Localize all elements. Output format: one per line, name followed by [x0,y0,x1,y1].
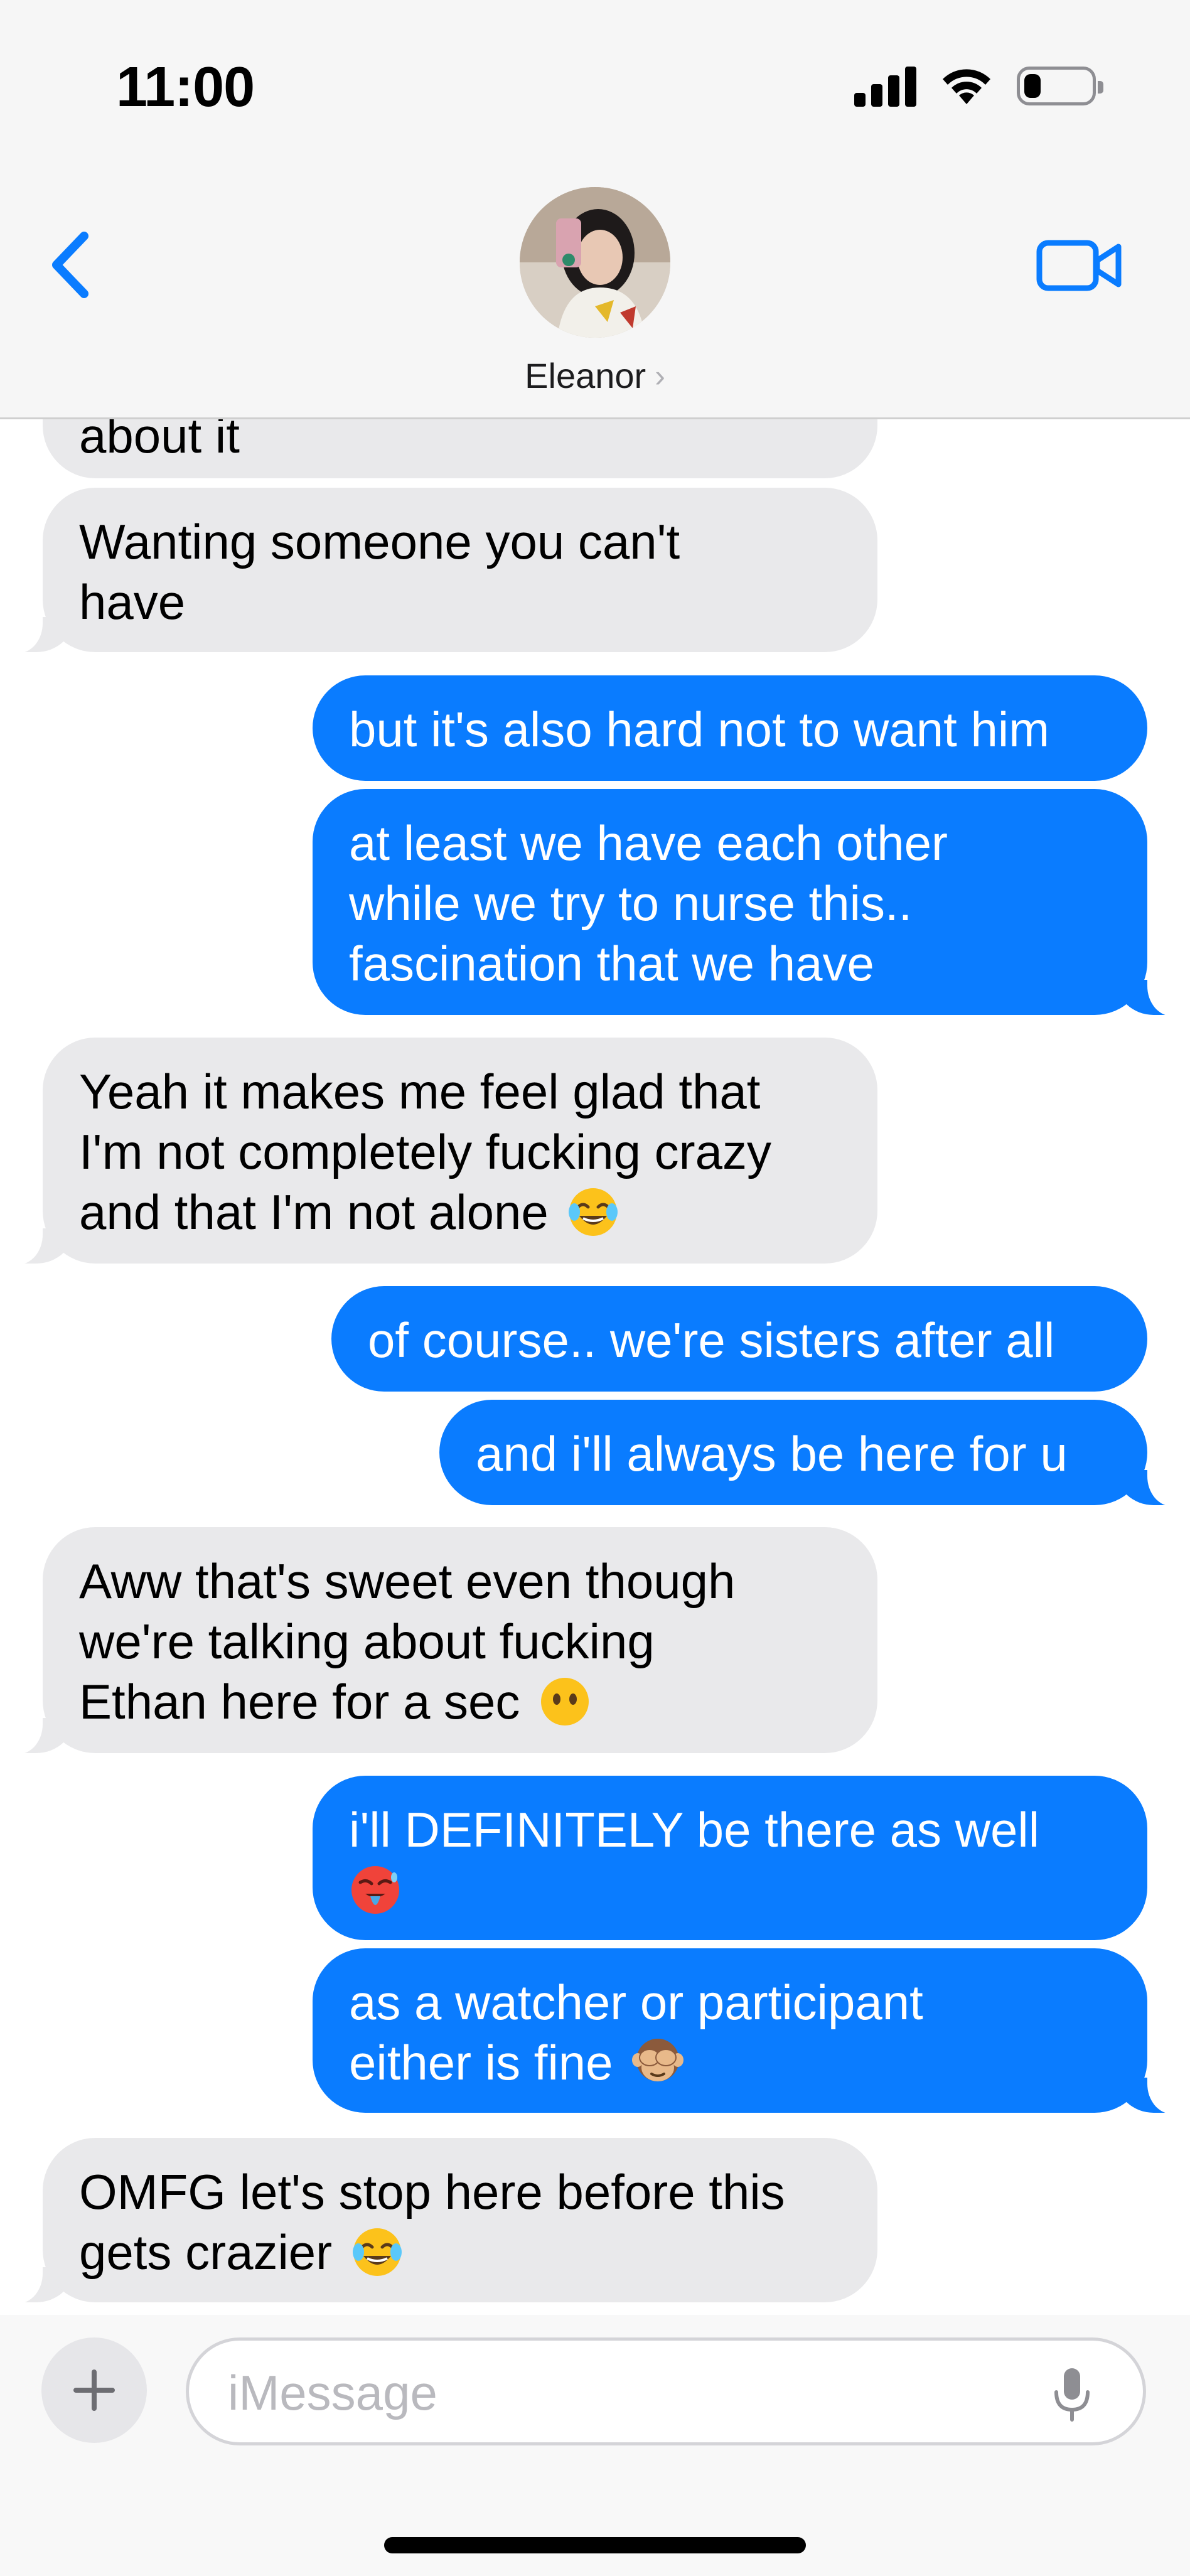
message-bubble-sent[interactable]: but it's also hard not to want him [313,675,1147,781]
message-text-line: I'm not completely fucking crazy [79,1124,771,1179]
message-text-line: at least we have each other [349,815,948,871]
message-bubbles: about it Wanting someone you can't have … [0,419,1190,2315]
message-text-line: gets crazier [79,2222,841,2282]
face-with-tears-of-joy-icon [569,1188,618,1237]
message-text-line [349,1860,1111,1920]
message-text-line: i'll DEFINITELY be there as well [349,1802,1040,1857]
apps-plus-button[interactable] [41,2337,147,2443]
message-text-line: Ethan here for a sec [79,1672,841,1732]
message-bubble-sent[interactable]: at least we have each other while we try… [313,789,1185,1016]
message-text-line: of course.. we're sisters after all [368,1312,1055,1368]
conversation-header: 11:00 Eleanor › [0,0,1190,419]
see-no-evil-monkey-icon [632,2039,684,2082]
message-bubble-received[interactable]: Yeah it makes me feel glad that I'm not … [5,1038,877,1265]
battery-icon [1017,67,1103,105]
status-time: 11:00 [116,56,255,119]
contact-header[interactable]: Eleanor › [0,187,1190,396]
message-text-line: fascination that we have [349,936,874,991]
message-bubble-received[interactable]: Aww that's sweet even though we're talki… [5,1527,877,1754]
message-text-line: have [79,574,186,630]
message-text-line: as a watcher or participant [349,1975,923,2030]
message-bubble-received[interactable]: OMFG let's stop here before this gets cr… [5,2138,877,2304]
chevron-right-icon: › [655,358,665,394]
wifi-icon [943,69,990,104]
message-bubble-sent[interactable]: as a watcher or participant either is fi… [313,1948,1185,2114]
message-field[interactable] [186,2337,1146,2445]
video-camera-icon [1036,240,1122,291]
message-bubble-received[interactable]: Wanting someone you can't have [5,488,877,653]
contact-name: Eleanor [525,356,646,395]
face-with-tears-of-joy-icon [352,2228,402,2277]
face-without-mouth-icon [541,1678,589,1726]
message-text-line: while we try to nurse this.. [349,876,913,931]
contact-name-row[interactable]: Eleanor › [525,355,665,396]
message-bubble-sent[interactable]: and i'll always be here for u [439,1400,1185,1506]
message-text: Ethan here for a sec [79,1674,520,1729]
message-text-line: and that I'm not alone [79,1182,841,1242]
hot-face-icon [351,1866,399,1914]
avatar-photo [520,187,670,338]
status-icons [854,65,1103,107]
message-text-line: Aww that's sweet even though [79,1554,736,1609]
contact-avatar[interactable] [520,187,670,338]
message-text-line: Wanting someone you can't [79,514,680,569]
message-text-line: either is fine [349,2032,1111,2093]
message-text-line: OMFG let's stop here before this [79,2164,785,2219]
battery-level [1024,74,1041,98]
battery-cap [1098,81,1103,94]
message-bubble-sent[interactable]: i'll DEFINITELY be there as well [313,1776,1147,1940]
microphone-icon [1054,2368,1090,2422]
message-text: either is fine [349,2035,613,2090]
message-bubble-received[interactable]: about it [43,419,877,478]
message-text: and that I'm not alone [79,1184,549,1240]
message-input[interactable] [227,2359,1014,2426]
message-text-line: we're talking about fucking [79,1614,655,1669]
message-bubble-sent[interactable]: of course.. we're sisters after all [331,1286,1147,1392]
message-text-line: and i'll always be here for u [476,1426,1068,1481]
facetime-button[interactable] [1036,234,1123,297]
compose-bar [0,2315,1190,2576]
dictation-button[interactable] [1050,2366,1094,2423]
message-text-line: but it's also hard not to want him [349,702,1050,757]
message-list[interactable]: about it Wanting someone you can't have … [0,419,1190,2315]
message-text: gets crazier [79,2224,333,2280]
cellular-signal-icon [854,65,916,107]
message-text-line: about it [79,419,240,463]
plus-icon [73,2369,115,2411]
home-indicator[interactable] [384,2537,806,2553]
message-text-line: Yeah it makes me feel glad that [79,1064,761,1119]
